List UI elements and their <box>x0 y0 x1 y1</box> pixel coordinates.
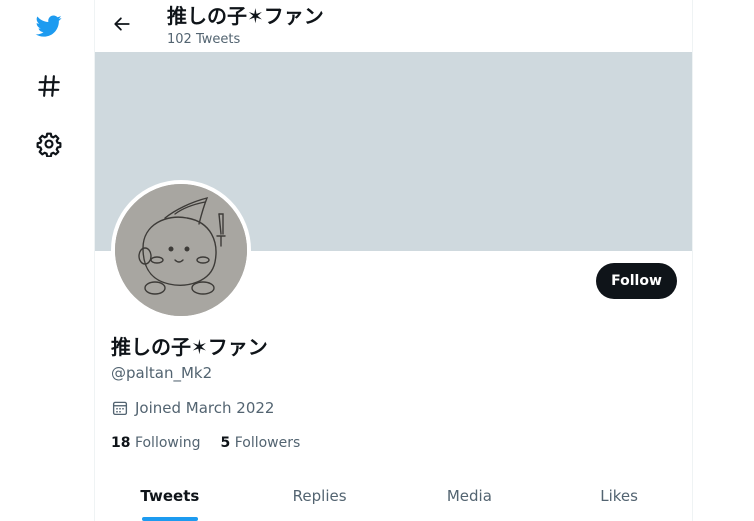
followers-link[interactable]: 5 Followers <box>221 433 301 453</box>
follow-stats: 18 Following 5 Followers <box>111 433 320 453</box>
kirby-drawing-icon <box>115 184 247 316</box>
page-title: 推しの子✶ファン <box>167 4 324 28</box>
follow-button[interactable]: Follow <box>596 263 677 299</box>
active-tab-indicator <box>141 517 198 521</box>
tweet-count: 102 Tweets <box>167 32 241 47</box>
profile-tabs: Tweets Replies Media Likes <box>95 470 692 521</box>
followers-label: Followers <box>234 435 301 451</box>
tab-tweets-label: Tweets <box>140 486 200 505</box>
profile-column: 推しの子✶ファン 102 Tweets Follow 推しの子✶ファン @pal… <box>94 0 693 521</box>
calendar-icon <box>111 399 129 417</box>
profile-header-bar: 推しの子✶ファン 102 Tweets <box>95 0 692 52</box>
display-name: 推しの子✶ファン <box>111 335 268 359</box>
following-label: Following <box>134 435 201 451</box>
following-link[interactable]: 18 Following <box>111 433 201 453</box>
user-handle: @paltan_Mk2 <box>111 364 213 382</box>
joined-text: Joined March 2022 <box>135 399 275 417</box>
gear-icon[interactable] <box>31 126 67 162</box>
tab-replies[interactable]: Replies <box>245 470 395 521</box>
avatar[interactable] <box>111 180 251 320</box>
followers-count: 5 <box>220 435 231 451</box>
following-count: 18 <box>111 435 131 451</box>
tab-tweets[interactable]: Tweets <box>95 470 245 521</box>
nav-rail <box>0 0 94 521</box>
back-button[interactable] <box>107 9 137 43</box>
tab-likes[interactable]: Likes <box>544 470 692 521</box>
tab-replies-label: Replies <box>292 486 347 505</box>
arrow-left-icon <box>113 15 131 37</box>
hashtag-icon[interactable] <box>31 68 67 104</box>
tab-media[interactable]: Media <box>395 470 545 521</box>
tab-media-label: Media <box>446 486 492 505</box>
tab-likes-label: Likes <box>600 486 638 505</box>
joined-date: Joined March 2022 <box>111 398 274 418</box>
twitter-bird-icon[interactable] <box>31 8 67 44</box>
